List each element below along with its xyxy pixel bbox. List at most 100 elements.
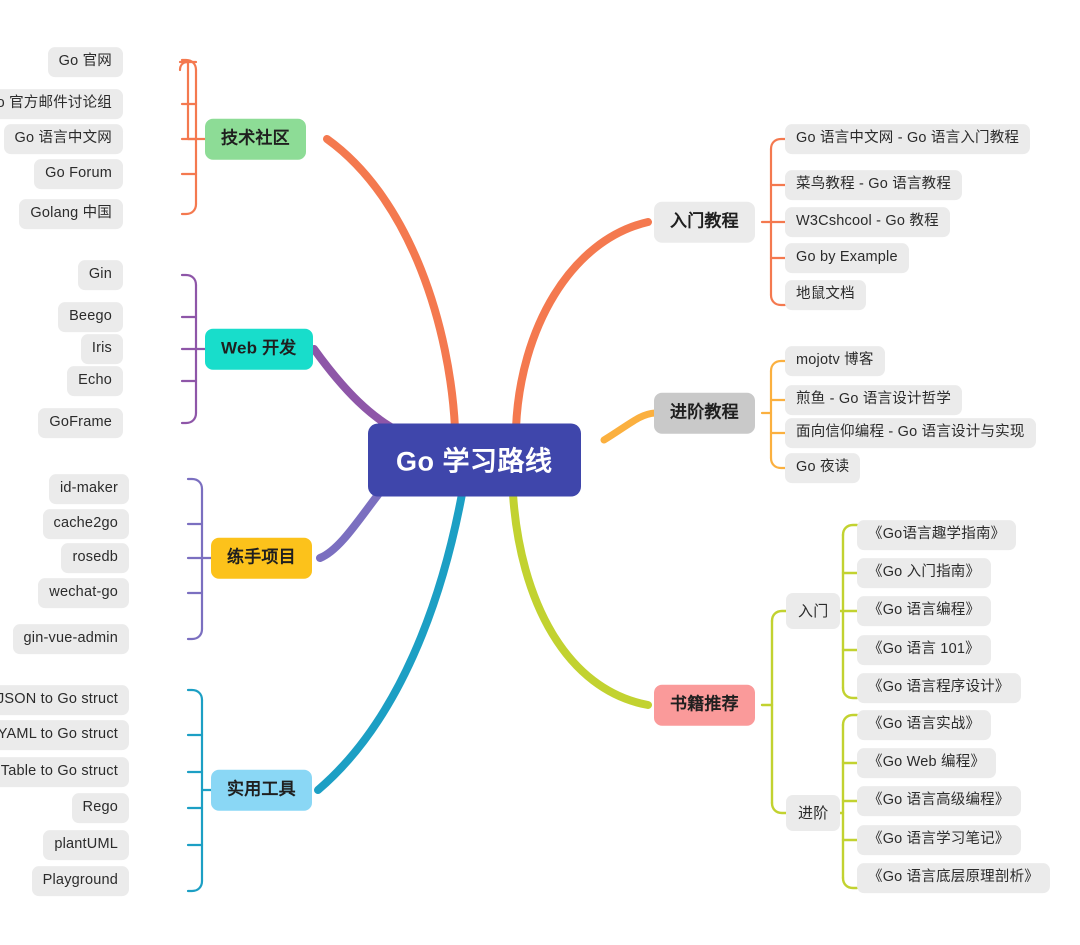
trunk-books (509, 490, 652, 709)
mindmap-canvas: Go 学习路线 技术社区 Go 官网 Go 官方邮件讨论组 Go 语言中文网 G… (0, 0, 1080, 945)
leaf-node[interactable]: Golang 中国 (19, 199, 123, 229)
leaf-label: Rego (82, 799, 118, 816)
leaf-node[interactable]: 面向信仰编程 - Go 语言设计与实现 (785, 418, 1036, 448)
leaf-label: 菜鸟教程 - Go 语言教程 (796, 176, 952, 193)
leaf-node[interactable]: 煎鱼 - Go 语言设计哲学 (785, 385, 963, 415)
leaf-label: 《Go 语言编程》 (868, 602, 981, 619)
branch-node-tools[interactable]: 实用工具 (211, 769, 312, 811)
wires-tools (186, 688, 213, 893)
leaf-label: 《Go 语言学习笔记》 (868, 831, 1010, 848)
leaf-label: cache2go (53, 515, 118, 532)
leaf-label: Go Forum (45, 165, 112, 182)
leaf-label: W3Cshcool - Go 教程 (796, 213, 939, 230)
leaf-label: Go 官网 (58, 53, 112, 70)
leaf-label: 《Go 语言程序设计》 (868, 679, 1010, 696)
leaf-node[interactable]: Beego (58, 302, 123, 332)
branch-label: 练手项目 (227, 547, 296, 567)
leaf-node[interactable]: 《Go 语言学习笔记》 (857, 825, 1021, 855)
leaf-node[interactable]: 《Go 入门指南》 (857, 558, 992, 588)
leaf-node[interactable]: wechat-go (38, 578, 129, 608)
leaf-node[interactable]: Go by Example (785, 243, 909, 273)
trunk-tech-community (323, 135, 459, 432)
wires-practice-projects (186, 477, 213, 641)
branch-label: 入门教程 (670, 211, 739, 231)
leaf-label: Gin (88, 266, 112, 283)
leaf-label: Go 语言中文网 (14, 130, 112, 147)
leaf-label: Table to Go struct (0, 763, 118, 780)
leaf-node[interactable]: Iris (80, 334, 123, 364)
leaf-label: Go 官方邮件讨论组 (0, 95, 112, 112)
leaf-node[interactable]: Go 夜读 (785, 453, 861, 483)
branch-label: 技术社区 (221, 128, 290, 148)
leaf-node[interactable]: Go 官网 (47, 47, 123, 77)
group-label: 进阶 (798, 805, 829, 822)
root-label: Go 学习路线 (396, 446, 553, 477)
branch-label: Web 开发 (221, 338, 297, 358)
leaf-label: Golang 中国 (30, 205, 112, 222)
leaf-node[interactable]: mojotv 博客 (785, 346, 885, 376)
leaf-node[interactable]: W3Cshcool - Go 教程 (785, 207, 950, 237)
leaf-node[interactable]: Go 语言中文网 (3, 124, 123, 154)
leaf-node[interactable]: plantUML (43, 830, 129, 860)
leaf-node[interactable]: 《Go 语言程序设计》 (857, 673, 1021, 703)
leaf-label: id-maker (60, 480, 118, 497)
trunk-tools (314, 490, 466, 794)
leaf-node[interactable]: GoFrame (38, 408, 123, 438)
trunk-beginner-tutorials (512, 218, 652, 432)
trunk-advanced-tutorials (600, 409, 659, 444)
leaf-node[interactable]: rosedb (61, 543, 129, 573)
leaf-label: 《Go 语言实战》 (868, 716, 981, 733)
leaf-node[interactable]: 《Go语言趣学指南》 (857, 520, 1017, 550)
group-node-books-advanced[interactable]: 进阶 (786, 795, 841, 831)
leaf-node[interactable]: gin-vue-admin (12, 624, 129, 654)
leaf-node[interactable]: id-maker (49, 474, 129, 504)
leaf-node[interactable]: YAML to Go struct (0, 720, 129, 750)
leaf-node[interactable]: Gin (77, 260, 123, 290)
leaf-node[interactable]: Rego (71, 793, 129, 823)
leaf-label: Go 夜读 (796, 459, 850, 476)
branch-node-tech-community[interactable]: 技术社区 (205, 118, 306, 160)
leaf-node[interactable]: Playground (31, 866, 129, 896)
leaf-label: GoFrame (49, 414, 112, 431)
branch-node-beginner-tutorials[interactable]: 入门教程 (654, 201, 755, 243)
leaf-node[interactable]: 《Go 语言实战》 (857, 710, 992, 740)
leaf-node[interactable]: cache2go (42, 509, 129, 539)
leaf-node[interactable]: 《Go Web 编程》 (857, 748, 997, 778)
leaf-node[interactable]: Go 语言中文网 - Go 语言入门教程 (785, 124, 1031, 154)
leaf-label: Iris (91, 340, 112, 357)
leaf-label: plantUML (54, 836, 118, 853)
leaf-label: 《Go语言趣学指南》 (868, 526, 1006, 543)
leaf-label: Go by Example (796, 249, 898, 266)
branch-node-books[interactable]: 书籍推荐 (654, 684, 755, 726)
root-node[interactable]: Go 学习路线 (368, 423, 581, 497)
wires-books (760, 523, 859, 890)
wires-web-dev (180, 273, 207, 425)
leaf-label: 《Go Web 编程》 (868, 754, 986, 771)
leaf-node[interactable]: Table to Go struct (0, 757, 129, 787)
leaf-node[interactable]: 菜鸟教程 - Go 语言教程 (785, 170, 963, 200)
leaf-label: JSON to Go struct (0, 691, 118, 708)
trunk-web-dev (310, 345, 404, 436)
leaf-node[interactable]: 《Go 语言高级编程》 (857, 786, 1021, 816)
leaf-label: 《Go 语言高级编程》 (868, 792, 1010, 809)
leaf-node[interactable]: 《Go 语言编程》 (857, 596, 992, 626)
leaf-node[interactable]: 《Go 语言 101》 (857, 635, 991, 665)
branch-node-advanced-tutorials[interactable]: 进阶教程 (654, 392, 755, 434)
leaf-node[interactable]: 地鼠文档 (785, 280, 866, 310)
leaf-node[interactable]: 《Go 语言底层原理剖析》 (857, 863, 1050, 893)
leaf-label: 地鼠文档 (796, 286, 855, 303)
wires-beginner-tutorials (760, 137, 787, 307)
branch-node-practice-projects[interactable]: 练手项目 (211, 537, 312, 579)
branch-label: 实用工具 (227, 779, 296, 799)
leaf-node[interactable]: JSON to Go struct (0, 685, 129, 715)
leaf-node[interactable]: Go 官方邮件讨论组 (0, 89, 123, 119)
leaf-label: mojotv 博客 (796, 352, 874, 369)
leaf-label: gin-vue-admin (23, 630, 118, 647)
leaf-label: 煎鱼 - Go 语言设计哲学 (796, 391, 952, 408)
group-node-books-beginner[interactable]: 入门 (786, 593, 841, 629)
branch-label: 进阶教程 (670, 402, 739, 422)
leaf-node[interactable]: Go Forum (34, 159, 123, 189)
group-label: 入门 (798, 603, 829, 620)
leaf-node[interactable]: Echo (67, 366, 123, 396)
branch-node-web-dev[interactable]: Web 开发 (205, 328, 313, 370)
